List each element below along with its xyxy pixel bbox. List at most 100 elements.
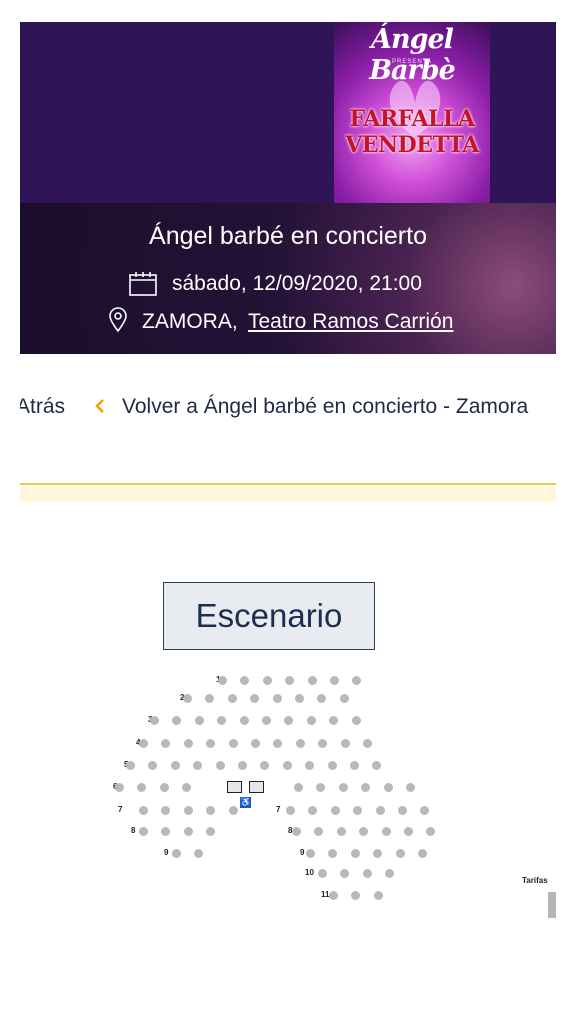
seat[interactable] bbox=[194, 716, 204, 725]
seat[interactable] bbox=[272, 694, 282, 703]
seat[interactable] bbox=[373, 891, 383, 900]
seat[interactable] bbox=[318, 869, 327, 878]
seat[interactable] bbox=[218, 676, 227, 685]
seat[interactable] bbox=[295, 739, 305, 748]
seat[interactable] bbox=[194, 849, 204, 858]
seat[interactable] bbox=[307, 676, 317, 685]
seat[interactable] bbox=[161, 739, 171, 748]
seat[interactable] bbox=[352, 676, 362, 685]
seat[interactable] bbox=[338, 783, 348, 792]
seat[interactable] bbox=[273, 739, 283, 748]
seat[interactable] bbox=[282, 761, 292, 770]
seat[interactable] bbox=[381, 827, 391, 836]
return-to-event-link[interactable]: Volver a Ángel barbé en concierto - Zamo… bbox=[122, 395, 528, 419]
seat[interactable] bbox=[328, 849, 338, 858]
seat[interactable] bbox=[327, 761, 337, 770]
seat[interactable] bbox=[350, 849, 360, 858]
seat[interactable] bbox=[139, 827, 148, 836]
seat[interactable] bbox=[318, 739, 328, 748]
seat[interactable] bbox=[217, 716, 227, 725]
seat[interactable] bbox=[351, 891, 361, 900]
seat[interactable] bbox=[183, 827, 193, 836]
seat[interactable] bbox=[420, 806, 430, 815]
seat[interactable] bbox=[183, 739, 193, 748]
seat[interactable] bbox=[238, 761, 247, 770]
seat[interactable] bbox=[330, 676, 339, 685]
seat[interactable] bbox=[353, 806, 363, 815]
seat[interactable] bbox=[336, 827, 346, 836]
seat[interactable] bbox=[205, 694, 215, 703]
wheelchair-seat[interactable] bbox=[249, 781, 264, 793]
seat[interactable] bbox=[329, 716, 339, 725]
seat[interactable] bbox=[183, 694, 192, 703]
seat[interactable] bbox=[308, 806, 318, 815]
seat[interactable] bbox=[340, 739, 350, 748]
seat[interactable] bbox=[292, 827, 301, 836]
wheelchair-seat[interactable] bbox=[227, 781, 242, 793]
seat[interactable] bbox=[228, 806, 238, 815]
seat[interactable] bbox=[137, 783, 147, 792]
seat[interactable] bbox=[383, 783, 393, 792]
seat[interactable] bbox=[228, 739, 238, 748]
seat[interactable] bbox=[170, 761, 180, 770]
seat[interactable] bbox=[239, 716, 249, 725]
seat[interactable] bbox=[351, 716, 361, 725]
seat[interactable] bbox=[240, 676, 250, 685]
seat[interactable] bbox=[286, 806, 295, 815]
seat[interactable] bbox=[426, 827, 436, 836]
seat[interactable] bbox=[373, 849, 383, 858]
seat[interactable] bbox=[317, 694, 327, 703]
seat[interactable] bbox=[172, 849, 181, 858]
seat[interactable] bbox=[262, 716, 271, 725]
seat[interactable] bbox=[375, 806, 385, 815]
seat[interactable] bbox=[182, 783, 192, 792]
seat[interactable] bbox=[294, 783, 303, 792]
seat[interactable] bbox=[126, 761, 135, 770]
seat[interactable] bbox=[418, 849, 427, 858]
seat[interactable] bbox=[314, 827, 324, 836]
seat[interactable] bbox=[398, 806, 407, 815]
seat[interactable] bbox=[139, 806, 148, 815]
tarifa-scroll-handle[interactable] bbox=[548, 892, 556, 918]
seat[interactable] bbox=[316, 783, 326, 792]
chevron-left-icon[interactable] bbox=[93, 397, 107, 415]
seat[interactable] bbox=[395, 849, 405, 858]
seat[interactable] bbox=[251, 739, 260, 748]
seat[interactable] bbox=[215, 761, 225, 770]
seat[interactable] bbox=[139, 739, 148, 748]
seat[interactable] bbox=[193, 761, 203, 770]
seat[interactable] bbox=[206, 827, 216, 836]
seat[interactable] bbox=[305, 761, 315, 770]
seat[interactable] bbox=[284, 716, 294, 725]
seat[interactable] bbox=[363, 739, 372, 748]
seat[interactable] bbox=[159, 783, 169, 792]
seat[interactable] bbox=[250, 694, 260, 703]
seat[interactable] bbox=[306, 716, 316, 725]
seat[interactable] bbox=[372, 761, 382, 770]
seat[interactable] bbox=[295, 694, 304, 703]
seat[interactable] bbox=[339, 694, 349, 703]
seat[interactable] bbox=[329, 891, 338, 900]
seat[interactable] bbox=[161, 827, 171, 836]
seat[interactable] bbox=[183, 806, 193, 815]
back-link[interactable]: Atrás bbox=[20, 395, 65, 419]
seat[interactable] bbox=[330, 806, 340, 815]
seat[interactable] bbox=[150, 716, 159, 725]
seat[interactable] bbox=[340, 869, 350, 878]
seat[interactable] bbox=[148, 761, 158, 770]
seat[interactable] bbox=[404, 827, 413, 836]
seat[interactable] bbox=[359, 827, 369, 836]
seat[interactable] bbox=[361, 783, 371, 792]
seat[interactable] bbox=[206, 739, 216, 748]
seat[interactable] bbox=[362, 869, 372, 878]
seat[interactable] bbox=[306, 849, 315, 858]
seat[interactable] bbox=[115, 783, 124, 792]
seat[interactable] bbox=[385, 869, 395, 878]
seat[interactable] bbox=[262, 676, 272, 685]
seat[interactable] bbox=[227, 694, 237, 703]
seat[interactable] bbox=[161, 806, 171, 815]
venue-link[interactable]: Teatro Ramos Carrión bbox=[248, 310, 453, 334]
seat[interactable] bbox=[206, 806, 216, 815]
seat[interactable] bbox=[406, 783, 415, 792]
seat[interactable] bbox=[260, 761, 270, 770]
